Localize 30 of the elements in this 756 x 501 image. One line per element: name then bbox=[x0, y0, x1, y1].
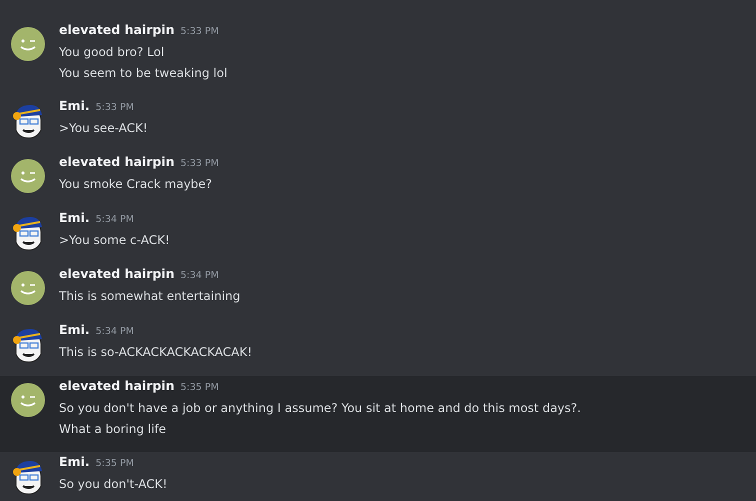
message-time: 5:33 PM bbox=[96, 102, 134, 113]
message-text: >You see-ACK! bbox=[59, 120, 148, 137]
author-name[interactable]: Emi. bbox=[59, 322, 90, 337]
message-text: This is somewhat entertaining bbox=[59, 288, 240, 305]
message-time: 5:33 PM bbox=[180, 158, 219, 169]
author-name[interactable]: elevated hairpin bbox=[59, 22, 174, 37]
smiley-avatar-icon bbox=[8, 156, 48, 196]
message-time: 5:34 PM bbox=[96, 326, 134, 337]
message-text: What a boring life bbox=[59, 421, 168, 438]
message-time: 5:34 PM bbox=[96, 214, 134, 225]
message-time: 5:35 PM bbox=[180, 382, 219, 393]
author-name[interactable]: Emi. bbox=[59, 210, 90, 225]
author-name[interactable]: Emi. bbox=[59, 454, 90, 469]
smiley-avatar-icon bbox=[8, 380, 48, 420]
author-name[interactable]: Emi. bbox=[59, 98, 90, 113]
message-text: You seem to be tweaking lol bbox=[59, 65, 228, 82]
message-text: So you don't have a job or anything I assume? You sit at home and do this most days?. bbox=[59, 400, 581, 417]
message-time: 5:33 PM bbox=[180, 26, 219, 37]
author-name[interactable]: elevated hairpin bbox=[59, 378, 174, 393]
author-name[interactable]: elevated hairpin bbox=[59, 266, 174, 281]
author-name[interactable]: elevated hairpin bbox=[59, 154, 174, 169]
message-text: You good bro? Lol bbox=[59, 44, 166, 61]
message-text: So you don't-ACK! bbox=[59, 476, 168, 493]
message-text: >You some c-ACK! bbox=[59, 232, 170, 249]
message-time: 5:34 PM bbox=[180, 270, 219, 281]
message-text: This is so-ACKACKACKACKACAK! bbox=[59, 344, 252, 361]
message-time: 5:35 PM bbox=[96, 458, 134, 469]
smiley-avatar-icon bbox=[8, 24, 48, 64]
message-text: You smoke Crack maybe? bbox=[59, 176, 214, 193]
smiley-avatar-icon bbox=[8, 268, 48, 308]
